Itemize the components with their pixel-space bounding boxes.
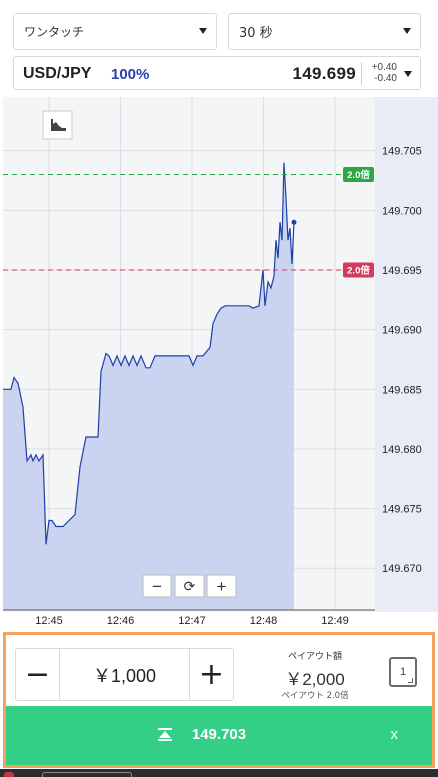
zoom-in-button[interactable]: +: [206, 574, 237, 598]
y-tick-label: 149.700: [382, 205, 422, 217]
y-tick-label: 149.685: [382, 384, 422, 396]
taskbar-strip: [0, 769, 438, 777]
upper-barrier-label: 2.0倍: [347, 169, 370, 181]
y-tick-label: 149.670: [382, 563, 422, 575]
y-tick-label: 149.705: [382, 146, 422, 158]
lower-barrier-badge: 2.0倍: [343, 262, 374, 278]
close-button[interactable]: x: [391, 726, 399, 743]
x-tick-label: 12:46: [107, 615, 135, 627]
payout-percent: 100%: [111, 66, 150, 83]
y-tick-label: 149.675: [382, 504, 422, 516]
y-tick-label: 149.690: [382, 325, 422, 337]
touch-trade-button[interactable]: 149.703 x: [6, 706, 432, 765]
x-axis: 12:45 12:46 12:47 12:48 12:49: [35, 615, 349, 627]
decrease-amount-button[interactable]: −: [16, 649, 60, 700]
zoom-out-label: −: [152, 577, 162, 596]
lower-barrier-label: 2.0倍: [347, 264, 370, 276]
price-chart[interactable]: 2.0倍 2.0倍 149.705 149.700 149.695 149.690 14…: [0, 97, 438, 632]
duration-select[interactable]: 30 秒: [228, 13, 421, 50]
amount-stepper: − ￥1,000 +: [15, 648, 234, 701]
x-tick-label: 12:47: [178, 615, 206, 627]
y-tick-label: 149.695: [382, 265, 422, 277]
x-tick-label: 12:48: [250, 615, 278, 627]
chart-background-right: [375, 97, 438, 612]
payout-rate: ペイアウト 2.0倍: [281, 691, 349, 701]
y-tick-label: 149.680: [382, 444, 422, 456]
upper-barrier-badge: 2.0倍: [343, 167, 374, 183]
barrier-offset-down: -0.40: [374, 73, 397, 84]
duration-value: 30 秒: [239, 26, 273, 41]
divider: [361, 62, 362, 85]
amount-value[interactable]: ￥1,000: [60, 649, 189, 700]
current-price: 149.699: [292, 64, 356, 83]
refresh-icon: ⟳: [184, 578, 196, 594]
chart-type-button[interactable]: [42, 110, 73, 140]
trade-mode-value: ワンタッチ: [24, 25, 85, 39]
chevron-down-icon: [403, 28, 411, 34]
payout-label: ペイアウト額: [287, 652, 342, 662]
payout-value: ￥2,000: [285, 670, 345, 689]
trade-price: 149.703: [191, 726, 247, 743]
order-panel: − ￥1,000 + ペイアウト額 ￥2,000 ペイアウト 2.0倍 1 14…: [3, 632, 435, 768]
taskbar-tab[interactable]: [42, 772, 132, 777]
zoom-out-button[interactable]: −: [142, 574, 172, 598]
order-count-value: 1: [399, 666, 407, 678]
trade-mode-select[interactable]: ワンタッチ: [13, 13, 217, 50]
reset-zoom-button[interactable]: ⟳: [174, 574, 205, 598]
currency-pair-symbol: USD/JPY: [23, 65, 92, 82]
currency-pair-selector[interactable]: USD/JPY 100% 149.699 +0.40 -0.40: [13, 56, 421, 90]
increase-amount-button[interactable]: +: [189, 649, 233, 700]
chevron-down-icon: [404, 71, 412, 77]
order-count-button[interactable]: 1: [389, 657, 417, 687]
x-tick-label: 12:49: [321, 615, 349, 627]
zoom-in-label: +: [217, 577, 227, 596]
app-icon: [4, 772, 14, 777]
chevron-down-icon: [199, 28, 207, 34]
x-tick-label: 12:45: [35, 615, 63, 627]
barrier-offset-up: +0.40: [371, 62, 397, 73]
corner-icon: [408, 678, 413, 683]
current-price-marker: [291, 219, 297, 225]
